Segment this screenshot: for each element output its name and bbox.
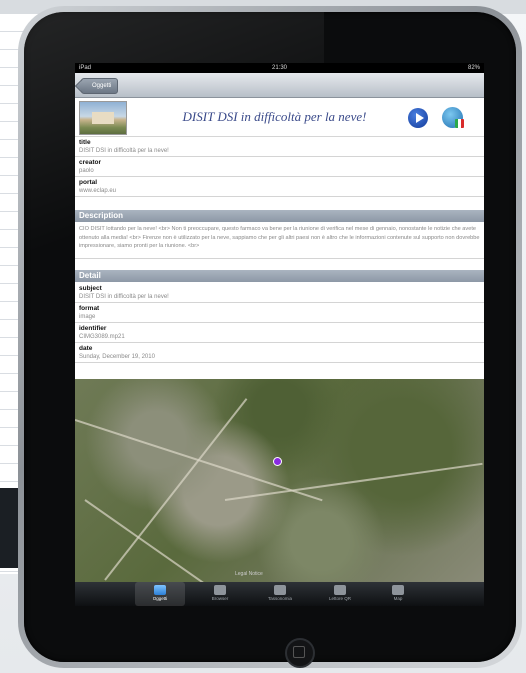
field-row: portal www.eclap.eu (75, 177, 484, 197)
tab-oggetti[interactable]: Oggetti (135, 582, 185, 606)
content-header: DISIT DSI in difficoltà per la neve! (75, 98, 484, 137)
tab-label: Oggetti (152, 596, 168, 601)
qr-reader-icon (334, 585, 346, 595)
field-value: paolo (79, 168, 94, 174)
tab-label: Lettore QR (328, 596, 351, 601)
detail-row: format image (75, 303, 484, 323)
tab-lettore-qr[interactable]: Lettore QR (315, 582, 365, 606)
detail-row: identifier CIMG3089.mp21 (75, 323, 484, 343)
map-road (104, 398, 248, 581)
section-header-description: Description (75, 210, 484, 222)
item-thumbnail[interactable] (79, 101, 127, 135)
detail-row: date Sunday, December 19, 2010 (75, 343, 484, 363)
play-icon[interactable] (408, 108, 428, 128)
tab-label: Browser (211, 596, 229, 601)
metadata-list: title DISIT DSI in difficoltà per la nev… (75, 137, 484, 197)
tab-bar: Oggetti Browser Tassonomia Lettore QR Ma… (75, 582, 484, 606)
field-row: title DISIT DSI in difficoltà per la nev… (75, 137, 484, 157)
content-title: DISIT DSI in difficoltà per la neve! (182, 109, 367, 124)
detail-value: CIMG3089.mp21 (79, 334, 125, 340)
home-button-icon (293, 646, 305, 658)
taxonomy-icon (274, 585, 286, 595)
field-row: creator paolo (75, 157, 484, 177)
detail-row: subject DISIT DSI in difficoltà per la n… (75, 283, 484, 303)
section-header-detail: Detail (75, 270, 484, 282)
description-text: CIO DISIT lottando per la neve! <br> Non… (75, 223, 484, 259)
detail-list: subject DISIT DSI in difficoltà per la n… (75, 283, 484, 363)
detail-value: Sunday, December 19, 2010 (79, 354, 155, 360)
navigation-bar: Oggetti (75, 73, 484, 98)
detail-label: subject (79, 285, 102, 292)
tablet-screen: iPad 21:30 82% Oggetti DISIT DSI in diff… (75, 63, 484, 606)
status-bar: iPad 21:30 82% (75, 63, 484, 73)
detail-value: DISIT DSI in difficoltà per la neve! (79, 294, 169, 300)
tab-tassonomia[interactable]: Tassonomia (255, 582, 305, 606)
detail-value: image (79, 314, 96, 320)
back-button[interactable]: Oggetti (81, 78, 119, 94)
field-label: creator (79, 159, 102, 166)
clock: 21:30 (271, 65, 287, 71)
tab-map[interactable]: Map (373, 582, 423, 606)
field-value: DISIT DSI in difficoltà per la neve! (79, 148, 169, 154)
detail-label: format (79, 305, 100, 312)
battery-indicator: 82% (467, 65, 480, 71)
browser-icon (214, 585, 226, 595)
objects-icon (154, 585, 166, 595)
map-pin-icon[interactable] (273, 457, 282, 466)
satellite-map[interactable]: Legal Notice (75, 379, 484, 582)
tab-browser[interactable]: Browser (195, 582, 245, 606)
detail-label: date (79, 345, 93, 352)
field-label: title (79, 139, 91, 146)
tab-label: Tassonomia (267, 596, 292, 601)
field-value: www.eclap.eu (79, 188, 117, 194)
thumbnail-building (92, 112, 114, 124)
tab-label: Map (393, 596, 403, 601)
map-icon (392, 585, 404, 595)
globe-language-icon[interactable] (442, 107, 464, 128)
map-legal-notice[interactable]: Legal Notice (235, 571, 263, 577)
detail-label: identifier (79, 325, 107, 332)
field-label: portal (79, 179, 98, 186)
italian-flag-icon (455, 119, 464, 128)
